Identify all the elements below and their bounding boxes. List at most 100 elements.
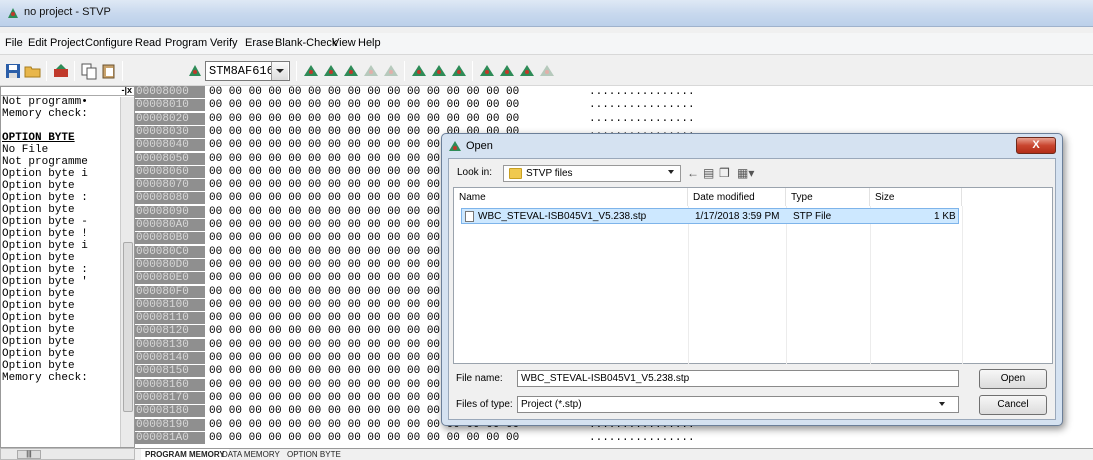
read-all-icon[interactable]	[322, 62, 340, 80]
menu-verify[interactable]: Verify	[210, 37, 238, 49]
menu-project[interactable]: Project	[50, 37, 84, 49]
memory-ascii: ................	[589, 86, 695, 98]
paste-icon[interactable]	[100, 62, 118, 80]
verify-all-icon[interactable]	[498, 62, 516, 80]
column-type[interactable]: Type	[786, 188, 870, 206]
file-type-label: Files of type:	[456, 399, 513, 410]
memory-row[interactable]: 00008000 00 00 00 00 00 00 00 00 00 00 00…	[135, 86, 835, 98]
file-name-cell: WBC_STEVAL-ISB045V1_V5.238.stp	[478, 211, 647, 222]
device-dropdown-arrow[interactable]	[271, 62, 288, 80]
verify-current-icon[interactable]	[478, 62, 496, 80]
log-line: Option byte	[2, 288, 75, 300]
read-current-icon[interactable]	[302, 62, 320, 80]
back-icon[interactable]: ←	[687, 166, 699, 180]
menu-edit[interactable]: Edit	[28, 37, 47, 49]
log-line: Option byte !	[2, 228, 88, 240]
window-title: no project - STVP	[24, 6, 111, 18]
menu-file[interactable]: File	[5, 37, 23, 49]
cancel-button[interactable]: Cancel	[979, 395, 1047, 415]
copy-icon[interactable]	[80, 62, 98, 80]
memory-row[interactable]: 00008010 00 00 00 00 00 00 00 00 00 00 00…	[135, 99, 835, 112]
read-disabled-icon[interactable]	[362, 62, 380, 80]
menu-view[interactable]: View	[332, 37, 356, 49]
file-list[interactable]: Name Date modified Type Size WBC_STEVAL-…	[453, 187, 1053, 364]
menu-help[interactable]: Help	[358, 37, 381, 49]
title-bar: no project - STVP	[0, 0, 1093, 27]
close-pane-icon[interactable]: -|x	[121, 87, 132, 95]
log-line: No File	[2, 144, 49, 156]
menu-read[interactable]: Read	[135, 37, 161, 49]
memory-address: 00008140	[135, 352, 205, 364]
chip-icon	[189, 65, 201, 76]
menu-bar: File Edit Project Configure Read Program Verif…	[0, 33, 1093, 55]
log-line: Option byte i	[2, 240, 88, 252]
save-icon[interactable]	[4, 62, 22, 80]
look-in-label: Look in:	[457, 167, 493, 178]
memory-row[interactable]: 00008020 00 00 00 00 00 00 00 00 00 00 00…	[135, 112, 835, 125]
memory-address: 000080C0	[135, 245, 205, 258]
up-folder-icon[interactable]: ▤	[703, 166, 714, 180]
memory-address: 00008000	[135, 86, 205, 98]
memory-address: 00008070	[135, 179, 205, 192]
log-line: Option byte i	[2, 168, 88, 180]
memory-row[interactable]: 000081A0 00 00 00 00 00 00 00 00 00 00 00…	[135, 431, 835, 444]
program-current-icon[interactable]	[410, 62, 428, 80]
look-in-select[interactable]: STVP files	[503, 165, 681, 182]
column-date-modified[interactable]: Date modified	[688, 188, 786, 206]
log-line: Option byte	[2, 180, 75, 192]
log-line: Option byte :	[2, 264, 88, 276]
memory-ascii: ................	[589, 112, 695, 125]
memory-address: 00008130	[135, 338, 205, 351]
read-icon[interactable]	[342, 62, 360, 80]
log-scroll-thumb[interactable]	[123, 242, 133, 412]
log-horizontal-scrollbar[interactable]: |||	[0, 448, 135, 460]
view-menu-icon[interactable]: ▦▾	[737, 166, 754, 180]
file-row[interactable]: WBC_STEVAL-ISB045V1_V5.238.stp 1/17/2018…	[461, 208, 959, 224]
new-folder-icon[interactable]: ❒	[719, 166, 730, 180]
column-name[interactable]: Name	[454, 188, 688, 206]
program-all-icon[interactable]	[430, 62, 448, 80]
toolbar: STM8AF6166	[0, 56, 1093, 86]
memory-bytes[interactable]: 00 00 00 00 00 00 00 00 00 00 00 00 00 0…	[209, 113, 519, 125]
verify-disabled-icon[interactable]	[538, 62, 556, 80]
tab-option-byte[interactable]: OPTION BYTE	[283, 449, 345, 460]
column-size[interactable]: Size	[870, 188, 962, 206]
read-disabled-2-icon[interactable]	[382, 62, 400, 80]
file-type-cell: STP File	[793, 211, 832, 222]
memory-address: 00008010	[135, 99, 205, 112]
memory-address: 00008150	[135, 365, 205, 378]
device-icon[interactable]	[52, 62, 70, 80]
memory-bytes[interactable]: 00 00 00 00 00 00 00 00 00 00 00 00 00 0…	[209, 86, 519, 98]
menu-configure[interactable]: Configure	[85, 37, 133, 49]
verify-icon[interactable]	[518, 62, 536, 80]
dialog-body: Look in: STVP files ← ▤ ❒ ▦▾ Name Date m…	[448, 158, 1056, 420]
file-name-input[interactable]: WBC_STEVAL-ISB045V1_V5.238.stp	[517, 370, 959, 387]
memory-ascii: ................	[589, 431, 695, 444]
menu-blank-check[interactable]: Blank-Check	[275, 37, 337, 49]
horizontal-scroll-thumb[interactable]: |||	[17, 450, 41, 459]
tab-program-memory[interactable]: PROGRAM MEMORY	[141, 449, 229, 460]
folder-icon	[509, 168, 522, 179]
log-scrollbar[interactable]	[120, 97, 134, 447]
log-line: Option byte '	[2, 276, 88, 288]
memory-address: 00008190	[135, 418, 205, 431]
menu-erase[interactable]: Erase	[245, 37, 274, 49]
program-icon[interactable]	[450, 62, 468, 80]
open-button[interactable]: Open	[979, 369, 1047, 389]
menu-program[interactable]: Program	[165, 37, 207, 49]
open-folder-icon[interactable]	[24, 62, 42, 80]
look-in-dropdown-arrow[interactable]	[668, 170, 674, 174]
log-line: Option byte	[2, 348, 75, 360]
tab-data-memory[interactable]: DATA MEMORY	[218, 449, 284, 460]
log-line: Memory check:	[2, 108, 88, 120]
dialog-close-button[interactable]: X	[1016, 137, 1056, 154]
memory-bytes[interactable]: 00 00 00 00 00 00 00 00 00 00 00 00 00 0…	[209, 432, 519, 444]
memory-address: 00008100	[135, 298, 205, 311]
log-pane-header: -|x	[1, 87, 134, 96]
dialog-title: Open	[466, 140, 493, 152]
file-type-dropdown-arrow[interactable]	[939, 402, 945, 406]
dialog-app-icon	[449, 141, 461, 151]
memory-bytes[interactable]: 00 00 00 00 00 00 00 00 00 00 00 00 00 0…	[209, 99, 519, 111]
file-type-select[interactable]: Project (*.stp)	[517, 396, 959, 413]
stvp-app-icon	[8, 8, 18, 18]
